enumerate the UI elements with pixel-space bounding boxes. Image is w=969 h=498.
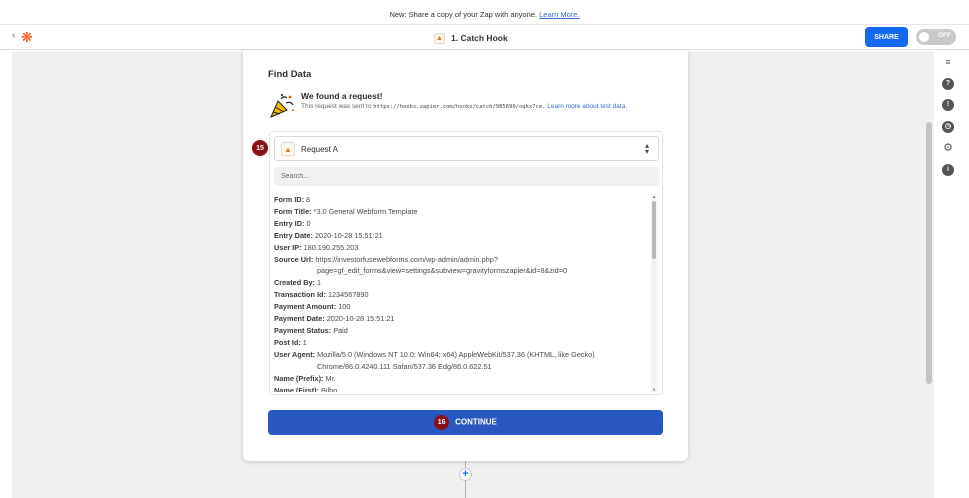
field-key: User Agent: bbox=[274, 349, 316, 359]
field-value: Mozilla/5.0 (Windows NT 10.0; Win64; x64… bbox=[317, 349, 595, 359]
field-key: Form ID: bbox=[274, 195, 304, 204]
field-value: 8 bbox=[306, 195, 311, 204]
zap-on-off-toggle[interactable]: OFF bbox=[916, 29, 956, 45]
field-row: Form ID: 8 bbox=[274, 194, 650, 206]
field-row: Source Url: https://investorfusewebforms… bbox=[274, 254, 650, 266]
editor-topbar: ‹ ❋ ▲ 1. Catch Hook SHARE OFF bbox=[0, 25, 969, 50]
found-request-heading: We found a request! bbox=[301, 91, 383, 101]
webhook-url: https://hooks.zapier.com/hooks/catch/985… bbox=[373, 104, 546, 110]
field-key: Payment Date: bbox=[274, 314, 325, 324]
zap-title-text: 1. Catch Hook bbox=[451, 33, 508, 43]
chevron-left-icon[interactable]: ‹ bbox=[12, 30, 15, 41]
field-row: Entry ID: 0 bbox=[274, 218, 650, 230]
gear-icon[interactable]: ⚙ bbox=[942, 142, 954, 154]
notes-icon[interactable]: ≡ bbox=[942, 56, 954, 68]
search-input[interactable] bbox=[274, 167, 659, 186]
select-caret-icon: ▴ ▾ bbox=[644, 141, 649, 156]
field-key: Name (First): bbox=[274, 385, 320, 393]
field-row: Post Id: 1 bbox=[274, 337, 650, 349]
zapier-logo[interactable]: ❋ bbox=[21, 29, 33, 45]
field-row: Payment Amount: 100 bbox=[274, 301, 650, 313]
field-value-continued: page=gf_edit_forms&view=settings&subview… bbox=[274, 265, 650, 277]
scroll-thumb[interactable] bbox=[652, 201, 656, 259]
found-text-prefix: This request was sent to bbox=[301, 103, 372, 110]
announcement-banner: New: Share a copy of your Zap with anyon… bbox=[0, 0, 969, 25]
field-key: Payment Amount: bbox=[274, 302, 337, 312]
step-badge-16: 16 bbox=[434, 415, 450, 430]
field-value: 180.190.255.203 bbox=[303, 242, 359, 252]
field-row: Form Title: *3.0 General Webform Templat… bbox=[274, 206, 650, 218]
field-value: https://investorfusewebforms.com/wp-admi… bbox=[315, 254, 498, 264]
request-panel: ▲ Request A ▴▾ Form ID: 8Form Title: *3.… bbox=[269, 131, 663, 395]
field-row: Entry Date: 2020-10-28 15:51:21 bbox=[274, 230, 650, 242]
request-select-value: Request A bbox=[301, 145, 338, 154]
share-button[interactable]: SHARE bbox=[865, 27, 908, 47]
learn-more-test-data-link[interactable]: Learn more about test data. bbox=[547, 103, 627, 110]
scroll-down-icon[interactable]: ▼ bbox=[651, 387, 657, 392]
banner-text: New: Share a copy of your Zap with anyon… bbox=[389, 10, 538, 19]
field-value: Paid bbox=[333, 325, 348, 335]
field-value: 0 bbox=[306, 218, 311, 228]
field-row: Payment Date: 2020-10-28 15:51:21 bbox=[274, 313, 650, 325]
field-key: Payment Status: bbox=[274, 325, 332, 335]
field-value: *3.0 General Webform Template bbox=[313, 206, 418, 216]
help-icon[interactable]: ? bbox=[942, 78, 954, 90]
found-request-text: This request was sent to https://hooks.z… bbox=[301, 102, 661, 112]
field-value-wrap: Chrome/86.0.4240.111 Safari/537.36 Edg/8… bbox=[317, 361, 492, 371]
field-row: Name (First): Bilbo bbox=[274, 385, 650, 393]
webhook-icon: ▲ bbox=[281, 142, 295, 156]
field-key: Entry ID: bbox=[274, 218, 305, 228]
field-value: Bilbo bbox=[321, 385, 338, 393]
field-row: Transaction Id: 1234567890 bbox=[274, 289, 650, 301]
alert-icon[interactable]: ! bbox=[942, 99, 954, 111]
field-row: Payment Status: Paid bbox=[274, 325, 650, 337]
field-value: 100 bbox=[338, 302, 351, 312]
find-data-card: Find Data We found a request! This reque… bbox=[243, 51, 688, 461]
field-key: Entry Date: bbox=[274, 230, 313, 240]
webhook-icon: ▲ bbox=[434, 32, 445, 44]
continue-button[interactable]: 16 CONTINUE bbox=[268, 410, 663, 435]
add-step-plus-icon[interactable]: + bbox=[459, 468, 472, 481]
field-row: Created By: 1 bbox=[274, 277, 650, 289]
fields-scrollbar[interactable]: ▲ ▼ bbox=[651, 194, 657, 392]
field-key: Source Url: bbox=[274, 254, 314, 264]
party-popper-icon bbox=[270, 94, 294, 118]
field-value-continued: Chrome/86.0.4240.111 Safari/537.36 Edg/8… bbox=[274, 361, 650, 373]
continue-label: CONTINUE bbox=[455, 417, 497, 427]
field-value: 1 bbox=[317, 278, 322, 288]
connector-line bbox=[465, 481, 466, 498]
field-value: 1234567890 bbox=[327, 290, 369, 300]
field-key: User IP: bbox=[274, 242, 302, 252]
field-row: User IP: 180.190.255.203 bbox=[274, 242, 650, 254]
zap-title[interactable]: ▲ 1. Catch Hook bbox=[434, 31, 508, 45]
field-value: 2020-10-28 15:51:21 bbox=[326, 314, 395, 324]
right-sidebar: ≡ ? ! ◷ ⚙ i bbox=[937, 51, 959, 498]
field-row: User Agent: Mozilla/5.0 (Windows NT 10.0… bbox=[274, 349, 650, 361]
field-value: 1 bbox=[302, 337, 307, 347]
info-icon[interactable]: i bbox=[942, 164, 954, 176]
field-key: Transaction Id: bbox=[274, 290, 326, 300]
toggle-knob bbox=[919, 32, 929, 42]
field-value: Mr. bbox=[325, 373, 336, 383]
field-key: Form Title: bbox=[274, 206, 312, 216]
learn-more-link[interactable]: Learn More. bbox=[539, 10, 579, 19]
clock-icon[interactable]: ◷ bbox=[942, 121, 954, 133]
field-row: Name (Prefix): Mr. bbox=[274, 373, 650, 385]
field-key: Post Id: bbox=[274, 337, 301, 347]
scroll-up-icon[interactable]: ▲ bbox=[651, 194, 657, 199]
card-title: Find Data bbox=[268, 69, 312, 80]
request-fields-list: Form ID: 8 Form Title: *3.0 General Webfo… bbox=[274, 194, 650, 392]
step-badge-15: 15 bbox=[252, 140, 268, 156]
toggle-label: OFF bbox=[938, 32, 951, 39]
field-value: 2020-10-28 15:51:21 bbox=[314, 230, 383, 240]
field-key: Created By: bbox=[274, 278, 315, 288]
canvas-scrollbar[interactable] bbox=[926, 122, 932, 384]
field-key: Name (Prefix): bbox=[274, 373, 324, 383]
request-select[interactable]: ▲ Request A ▴ ▾ bbox=[274, 136, 659, 161]
field-value-wrap: page=gf_edit_forms&view=settings&subview… bbox=[317, 266, 568, 276]
